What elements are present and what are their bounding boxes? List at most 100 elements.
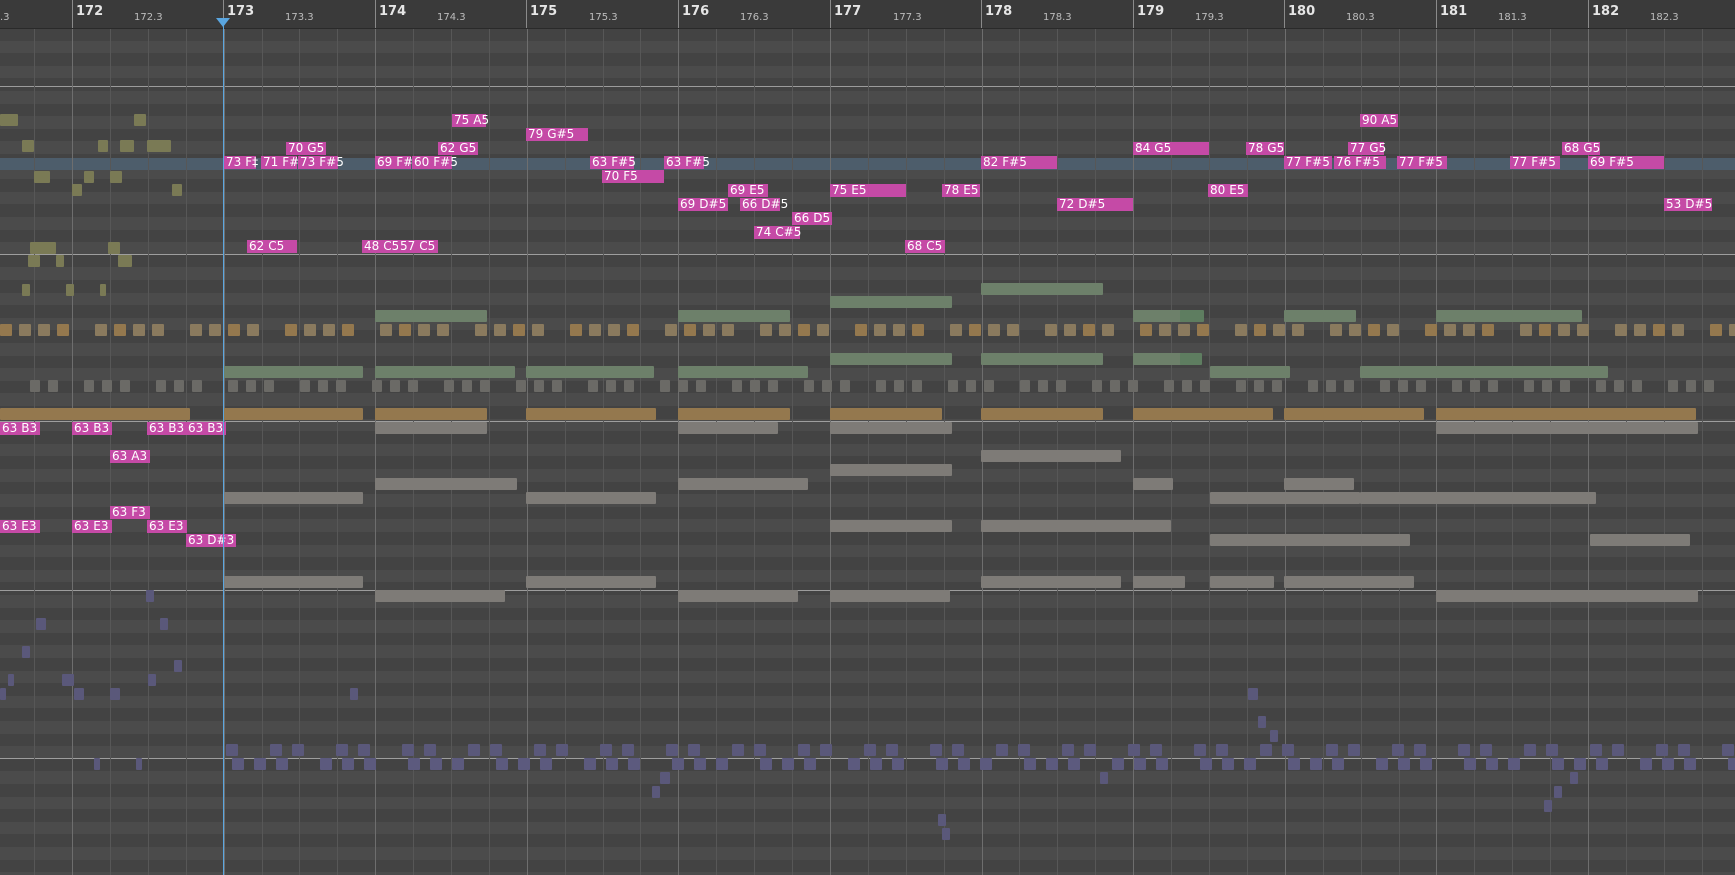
midi-note[interactable]: 69 D#5 (678, 198, 728, 211)
ghost-note (1444, 324, 1456, 336)
bar-gridline (72, 28, 73, 875)
midi-note[interactable]: 82 F#5 (981, 155, 1057, 169)
midi-note[interactable]: 63 E3 (0, 520, 40, 533)
midi-note[interactable]: 63 D#3 (186, 534, 236, 547)
midi-note[interactable]: 70 F5 (602, 170, 664, 183)
ghost-note (1640, 758, 1652, 770)
midi-note[interactable]: 73 F‡ (224, 156, 258, 169)
beat-gridline (34, 28, 35, 875)
ghost-note (981, 283, 1103, 295)
note-pitch: C#5 (775, 225, 802, 239)
note-velocity: 74 (754, 225, 774, 239)
playhead[interactable] (223, 18, 224, 875)
ghost-note (1710, 324, 1722, 336)
ghost-note (1140, 324, 1152, 336)
midi-note[interactable]: 68 C5 (905, 240, 945, 253)
midi-note[interactable]: 62 C5 (247, 239, 297, 253)
note-pitch: F3 (131, 505, 146, 519)
note-velocity: 82 (981, 155, 1001, 169)
midi-note[interactable]: 60 F#5 (412, 156, 458, 169)
bar-tick (1588, 0, 1589, 28)
midi-note[interactable]: 66 D5 (792, 212, 832, 225)
ghost-note (270, 744, 282, 756)
ghost-note (0, 324, 12, 336)
midi-note[interactable]: 76 F#5 (1334, 156, 1386, 169)
timeline-ruler[interactable]: 172 173 174 175 176 177 178 179 180 181 182.3 172.3… (0, 0, 1735, 29)
midi-note[interactable]: 48 C5 (362, 240, 402, 253)
midi-note[interactable]: 63 F3 (110, 505, 150, 519)
note-velocity: 63 (110, 449, 130, 463)
midi-note[interactable]: 79 G#5 (526, 127, 588, 141)
ghost-note (1330, 324, 1342, 336)
bar-tick (1284, 0, 1285, 28)
midi-note[interactable]: 53 D#5 (1664, 198, 1712, 211)
midi-note[interactable]: 62 G5 (438, 142, 478, 155)
ghost-note (22, 284, 30, 296)
midi-note[interactable]: 78 E5 (942, 184, 980, 197)
midi-note[interactable]: 77 F#5 (1284, 156, 1332, 169)
midi-note[interactable]: 63 B3 (186, 422, 226, 435)
ghost-note (950, 324, 962, 336)
beat-label: 175.3 (589, 12, 618, 23)
midi-note[interactable]: 69 F#5 (1588, 156, 1664, 169)
playhead-marker-icon[interactable] (216, 18, 230, 27)
midi-note[interactable]: 63 F#5 (664, 156, 710, 169)
note-pitch: G5 (307, 141, 325, 155)
midi-note[interactable]: 77 G5 (1348, 142, 1386, 155)
beat-gridline (186, 28, 187, 875)
ghost-note (513, 324, 525, 336)
midi-note[interactable]: 57 C5 (398, 240, 438, 253)
midi-note[interactable]: 70 G5 (286, 141, 326, 155)
midi-note[interactable]: 78 G5 (1246, 142, 1284, 155)
note-pitch: F# (282, 155, 300, 169)
ghost-note (1344, 380, 1354, 392)
midi-note[interactable]: 75 E5 (830, 183, 906, 197)
note-pitch: F#5 (685, 155, 710, 169)
midi-note[interactable]: 69 E5 (728, 184, 768, 197)
note-velocity: 75 (830, 183, 850, 197)
ghost-note (804, 758, 816, 770)
piano-roll-editor[interactable]: 172 173 174 175 176 177 178 179 180 181 182.3 172.3… (0, 0, 1735, 875)
ghost-note (372, 380, 382, 392)
ghost-note (1182, 380, 1192, 392)
midi-note[interactable]: 84 G5 (1133, 141, 1209, 155)
ghost-note (418, 324, 430, 336)
midi-note[interactable]: 90 A5 (1360, 114, 1398, 127)
ghost-note (1254, 324, 1266, 336)
midi-note[interactable]: 66 D#5 (740, 198, 788, 211)
midi-note[interactable]: 73 F#5 (298, 156, 344, 169)
midi-note[interactable]: 72 D#5 (1057, 198, 1133, 211)
midi-note[interactable]: 63 E3 (147, 520, 187, 533)
note-pitch: A3 (131, 449, 148, 463)
midi-note[interactable]: 75 A5 (452, 114, 489, 127)
ghost-note (1414, 744, 1426, 756)
ghost-note (1236, 380, 1246, 392)
midi-note[interactable]: 77 F#5 (1510, 156, 1560, 169)
midi-note[interactable]: 63 F#5 (590, 156, 636, 169)
note-pitch: G5 (1267, 141, 1285, 155)
midi-note[interactable]: 74 C#5 (754, 226, 801, 239)
ghost-note (830, 296, 952, 308)
note-velocity: 62 (247, 239, 267, 253)
midi-note[interactable]: 63 B3 (147, 422, 187, 435)
midi-note[interactable]: 68 G5 (1562, 142, 1600, 155)
midi-note[interactable]: 63 B3 (0, 422, 40, 435)
midi-note[interactable]: 63 E3 (72, 520, 112, 533)
note-pitch: G#5 (547, 127, 575, 141)
note-velocity: 77 (1348, 141, 1368, 155)
bar-number-label: 179 (1137, 4, 1165, 19)
note-velocity: 60 (412, 155, 432, 169)
midi-note[interactable]: 80 E5 (1208, 184, 1248, 197)
ghost-note (118, 255, 132, 267)
ghost-note (1524, 380, 1534, 392)
midi-note[interactable]: 63 B3 (72, 422, 112, 435)
midi-note[interactable]: 69 F# (375, 156, 413, 169)
ghost-note (1024, 758, 1036, 770)
midi-note[interactable]: 71 F# (261, 156, 299, 169)
ghost-note (779, 324, 791, 336)
midi-note[interactable]: 77 F#5 (1397, 156, 1447, 169)
midi-note[interactable]: 63 A3 (110, 449, 150, 463)
ghost-note (526, 366, 654, 378)
ghost-note (1684, 758, 1696, 770)
note-velocity: 84 (1133, 141, 1153, 155)
